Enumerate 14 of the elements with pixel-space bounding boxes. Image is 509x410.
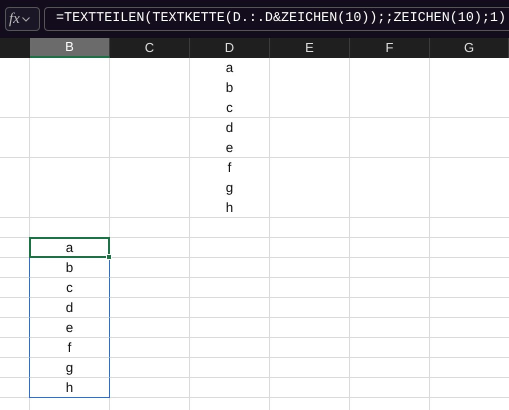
cell-text: g	[29, 358, 110, 378]
cell-text: f	[29, 338, 110, 358]
cell-text: d	[29, 298, 110, 318]
cell-text: h	[29, 378, 110, 398]
cell-text: c	[29, 278, 110, 298]
cell-text: b	[29, 258, 110, 278]
cell-text: a	[29, 237, 110, 258]
chevron-down-icon	[22, 16, 30, 22]
formula-field[interactable]: =TEXTTEILEN(TEXTKETTE(D.:.D&ZEICHEN(10));;ZEICHEN(10);1)	[44, 7, 509, 31]
cell-text: e	[29, 318, 110, 338]
cell-text: f g h	[190, 158, 270, 218]
fill-handle[interactable]	[106, 254, 112, 260]
column-header[interactable]: B	[30, 38, 110, 58]
function-button[interactable]: fx	[5, 7, 40, 31]
